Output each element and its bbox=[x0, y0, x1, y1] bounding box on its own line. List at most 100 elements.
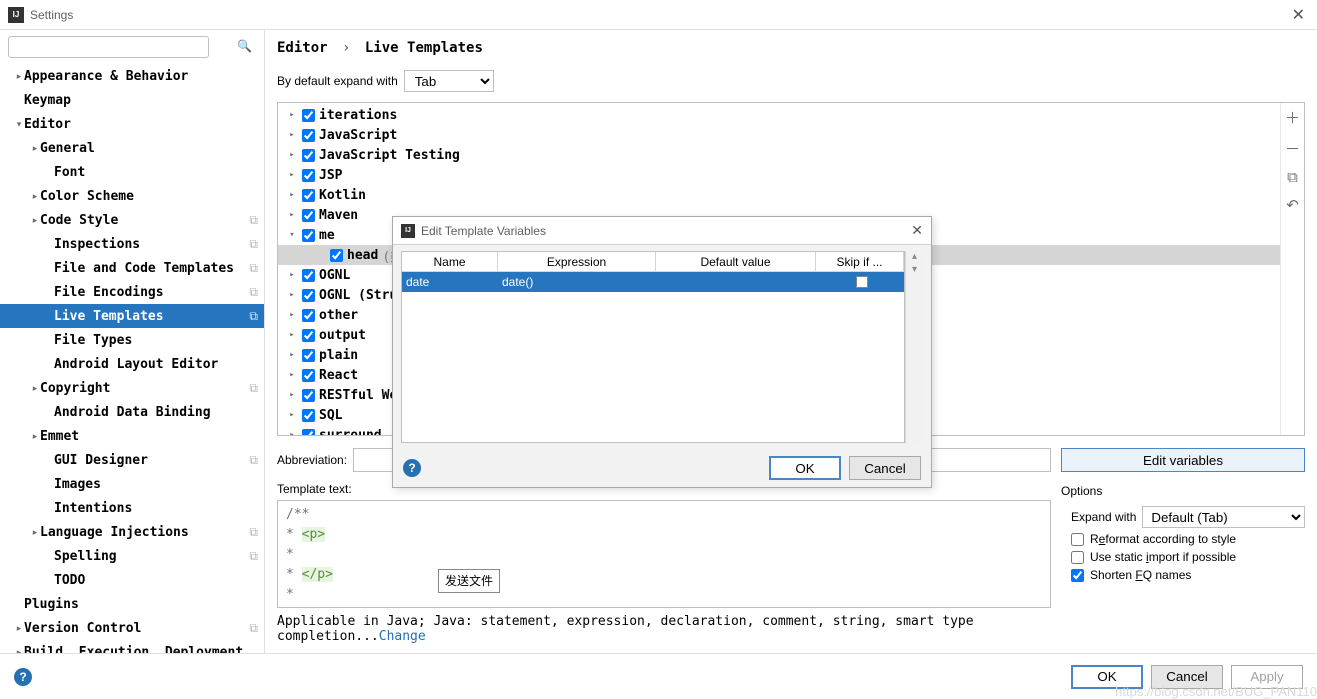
template-item-jsp[interactable]: ▸JSP bbox=[278, 165, 1280, 185]
sidebar-item-spelling[interactable]: Spelling⧉ bbox=[0, 544, 264, 568]
expand-select[interactable]: Tab bbox=[404, 70, 494, 92]
cell-default[interactable] bbox=[656, 272, 816, 292]
dialog-cancel-button[interactable]: Cancel bbox=[849, 456, 921, 480]
template-checkbox[interactable] bbox=[302, 209, 315, 222]
dialog-scrollbar[interactable]: ▴ ▾ bbox=[905, 251, 923, 443]
sidebar-item-todo[interactable]: TODO bbox=[0, 568, 264, 592]
sidebar-item-live-templates[interactable]: Live Templates⧉ bbox=[0, 304, 264, 328]
template-item-javascript[interactable]: ▸JavaScript bbox=[278, 125, 1280, 145]
reformat-label[interactable]: Reformat according to style bbox=[1090, 532, 1236, 546]
sidebar-item-label: Spelling bbox=[54, 549, 117, 564]
sidebar-item-file-types[interactable]: File Types bbox=[0, 328, 264, 352]
sidebar-item-file-and-code-templates[interactable]: File and Code Templates⧉ bbox=[0, 256, 264, 280]
template-checkbox[interactable] bbox=[302, 169, 315, 182]
remove-icon[interactable]: － bbox=[1285, 138, 1300, 159]
sidebar-item-keymap[interactable]: Keymap bbox=[0, 88, 264, 112]
copy-icon[interactable]: ⧉ bbox=[1287, 169, 1298, 186]
undo-icon[interactable]: ↶ bbox=[1286, 196, 1299, 214]
option-expand-select[interactable]: Default (Tab) bbox=[1142, 506, 1305, 528]
close-icon[interactable]: ✕ bbox=[1288, 5, 1309, 25]
breadcrumb-editor[interactable]: Editor bbox=[277, 40, 328, 56]
template-checkbox[interactable] bbox=[302, 329, 315, 342]
cell-skip[interactable] bbox=[816, 272, 904, 292]
template-checkbox[interactable] bbox=[302, 429, 315, 436]
template-checkbox[interactable] bbox=[302, 369, 315, 382]
template-checkbox[interactable] bbox=[302, 289, 315, 302]
template-checkbox[interactable] bbox=[302, 189, 315, 202]
sidebar-item-color-scheme[interactable]: ▸Color Scheme bbox=[0, 184, 264, 208]
template-text-area[interactable]: /** * <p> * * </p> * 发送文件 bbox=[277, 500, 1051, 608]
chevron-right-icon: ▸ bbox=[286, 190, 298, 200]
col-name[interactable]: Name bbox=[402, 252, 498, 271]
sidebar-item-code-style[interactable]: ▸Code Style⧉ bbox=[0, 208, 264, 232]
sidebar-item-android-data-binding[interactable]: Android Data Binding bbox=[0, 400, 264, 424]
col-skip[interactable]: Skip if ... bbox=[816, 252, 904, 271]
sidebar-item-file-encodings[interactable]: File Encodings⧉ bbox=[0, 280, 264, 304]
cell-expression[interactable]: date() bbox=[498, 272, 656, 292]
template-item-kotlin[interactable]: ▸Kotlin bbox=[278, 185, 1280, 205]
template-checkbox[interactable] bbox=[302, 409, 315, 422]
breadcrumb-separator-icon: › bbox=[342, 40, 350, 56]
sidebar-item-build-execution-deployment[interactable]: ▸Build, Execution, Deployment bbox=[0, 640, 264, 653]
template-checkbox[interactable] bbox=[302, 349, 315, 362]
sidebar-item-font[interactable]: Font bbox=[0, 160, 264, 184]
template-checkbox[interactable] bbox=[302, 309, 315, 322]
sidebar-item-plugins[interactable]: Plugins bbox=[0, 592, 264, 616]
sidebar-item-version-control[interactable]: ▸Version Control⧉ bbox=[0, 616, 264, 640]
template-checkbox[interactable] bbox=[302, 109, 315, 122]
dialog-ok-button[interactable]: OK bbox=[769, 456, 841, 480]
shorten-fq-label[interactable]: Shorten FQ names bbox=[1090, 568, 1191, 582]
sidebar-item-language-injections[interactable]: ▸Language Injections⧉ bbox=[0, 520, 264, 544]
tt-tag: <p> bbox=[302, 527, 325, 542]
template-checkbox[interactable] bbox=[302, 149, 315, 162]
col-default[interactable]: Default value bbox=[656, 252, 816, 271]
template-checkbox[interactable] bbox=[302, 129, 315, 142]
sidebar-item-intentions[interactable]: Intentions bbox=[0, 496, 264, 520]
template-checkbox[interactable] bbox=[330, 249, 343, 262]
scope-icon: ⧉ bbox=[249, 213, 258, 228]
sidebar-item-label: Copyright bbox=[40, 381, 110, 396]
edit-template-variables-dialog: Edit Template Variables ✕ Name Expressio… bbox=[392, 216, 932, 488]
add-icon[interactable]: ＋ bbox=[1285, 107, 1300, 128]
tt-tag: </p> bbox=[302, 567, 333, 582]
sidebar-item-label: Code Style bbox=[40, 213, 118, 228]
sidebar-item-general[interactable]: ▸General bbox=[0, 136, 264, 160]
help-icon[interactable]: ? bbox=[14, 668, 32, 686]
sidebar-item-label: Color Scheme bbox=[40, 189, 134, 204]
change-link[interactable]: Change bbox=[379, 629, 426, 644]
sidebar-item-editor[interactable]: ▾Editor bbox=[0, 112, 264, 136]
scroll-down-icon[interactable]: ▾ bbox=[912, 264, 917, 275]
template-item-iterations[interactable]: ▸iterations bbox=[278, 105, 1280, 125]
search-input[interactable] bbox=[8, 36, 209, 58]
sidebar-item-emmet[interactable]: ▸Emmet bbox=[0, 424, 264, 448]
sidebar-item-copyright[interactable]: ▸Copyright⧉ bbox=[0, 376, 264, 400]
template-label: me bbox=[319, 228, 335, 243]
template-label: head bbox=[347, 248, 378, 263]
shorten-fq-checkbox[interactable] bbox=[1071, 569, 1084, 582]
sidebar-item-gui-designer[interactable]: GUI Designer⧉ bbox=[0, 448, 264, 472]
breadcrumb: Editor › Live Templates bbox=[277, 40, 1305, 56]
template-item-javascript-testing[interactable]: ▸JavaScript Testing bbox=[278, 145, 1280, 165]
cell-name[interactable]: date bbox=[402, 272, 498, 292]
sidebar-item-inspections[interactable]: Inspections⧉ bbox=[0, 232, 264, 256]
sidebar-item-images[interactable]: Images bbox=[0, 472, 264, 496]
sidebar-item-label: Inspections bbox=[54, 237, 140, 252]
template-checkbox[interactable] bbox=[302, 269, 315, 282]
sidebar-item-appearance-behavior[interactable]: ▸Appearance & Behavior bbox=[0, 64, 264, 88]
col-expression[interactable]: Expression bbox=[498, 252, 656, 271]
template-checkbox[interactable] bbox=[302, 229, 315, 242]
search-icon[interactable]: 🔍 bbox=[237, 39, 252, 53]
scroll-up-icon[interactable]: ▴ bbox=[912, 251, 917, 262]
dialog-title: Edit Template Variables bbox=[421, 224, 546, 238]
table-row[interactable]: date date() bbox=[402, 272, 904, 292]
static-import-label[interactable]: Use static import if possible bbox=[1090, 550, 1236, 564]
option-expand-label: Expand with bbox=[1071, 510, 1136, 524]
skip-checkbox[interactable] bbox=[856, 276, 868, 288]
dialog-help-icon[interactable]: ? bbox=[403, 459, 421, 477]
static-import-checkbox[interactable] bbox=[1071, 551, 1084, 564]
sidebar-item-android-layout-editor[interactable]: Android Layout Editor bbox=[0, 352, 264, 376]
reformat-checkbox[interactable] bbox=[1071, 533, 1084, 546]
template-checkbox[interactable] bbox=[302, 389, 315, 402]
dialog-close-icon[interactable]: ✕ bbox=[911, 222, 923, 239]
edit-variables-button[interactable]: Edit variables bbox=[1061, 448, 1305, 472]
